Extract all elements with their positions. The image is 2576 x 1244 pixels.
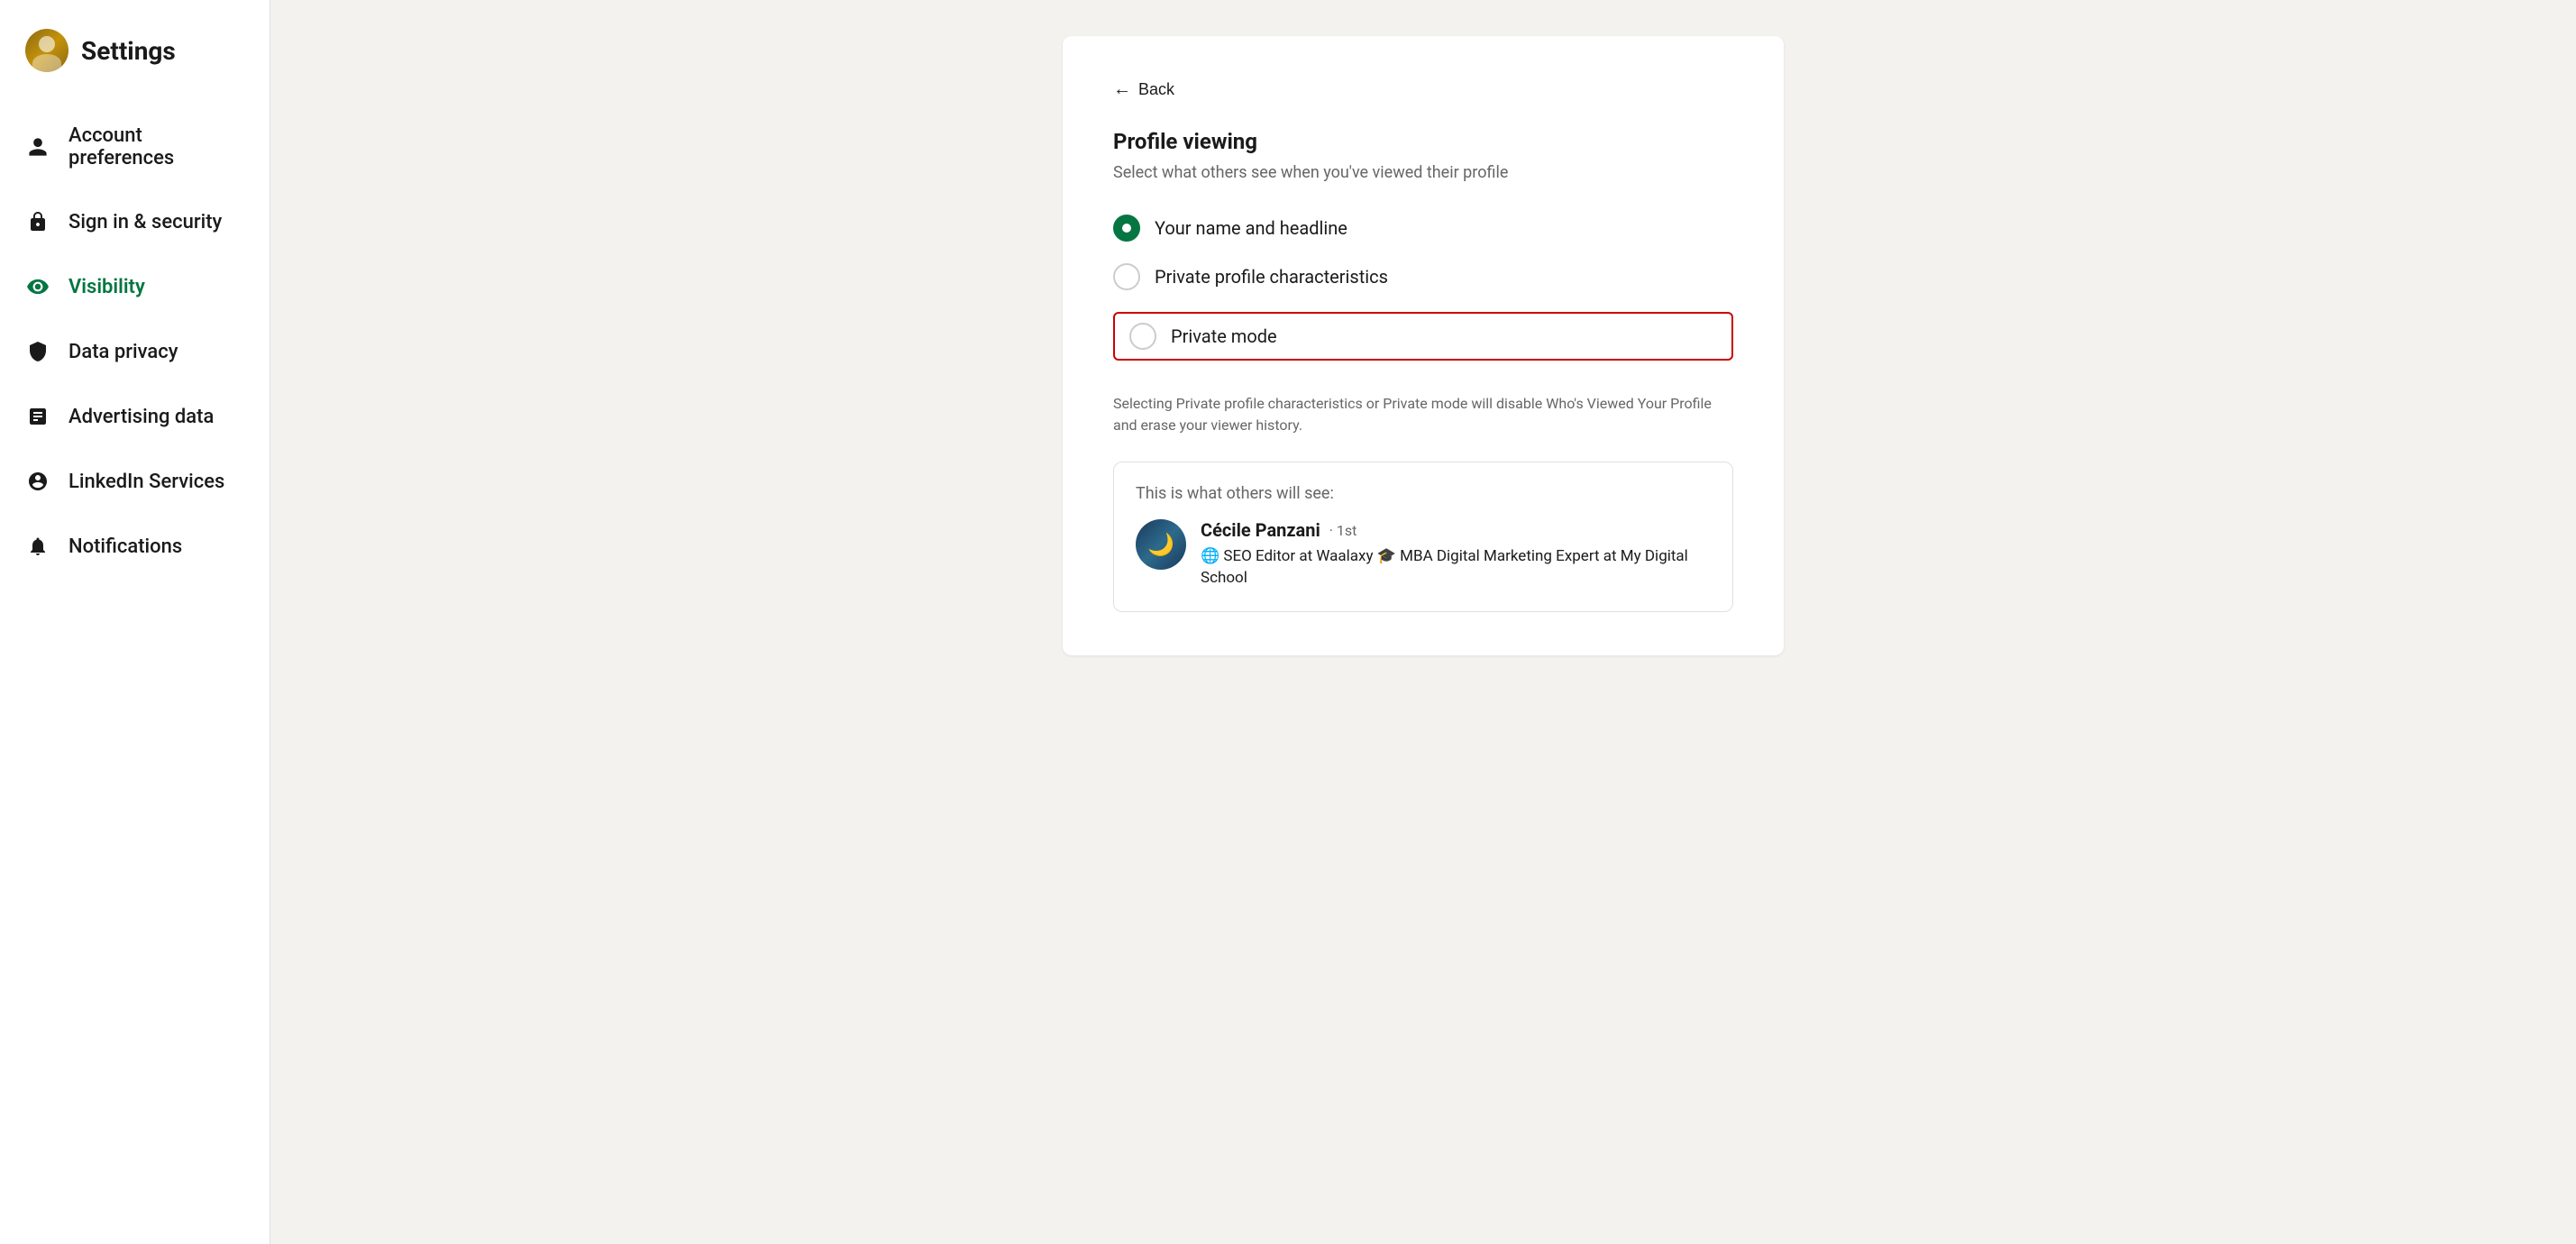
radio-label-private-characteristics: Private profile characteristics <box>1155 266 1388 288</box>
back-button[interactable]: ← Back <box>1113 79 1174 100</box>
sidebar-item-linkedin-services[interactable]: LinkedIn Services <box>0 449 269 514</box>
sidebar-item-sign-in-security[interactable]: Sign in & security <box>0 189 269 254</box>
preview-label: This is what others will see: <box>1136 484 1711 503</box>
sidebar-item-label-visibility: Visibility <box>69 276 145 298</box>
sidebar-header: Settings <box>0 29 269 105</box>
disclaimer-text: Selecting Private profile characteristic… <box>1113 393 1733 436</box>
content-card: ← Back Profile viewing Select what other… <box>1063 36 1784 655</box>
preview-name: Cécile Panzani <box>1201 519 1320 541</box>
sidebar-item-account-preferences[interactable]: Account preferences <box>0 105 269 189</box>
sidebar-item-data-privacy[interactable]: Data privacy <box>0 319 269 384</box>
person-circle-icon <box>25 469 50 494</box>
bell-icon <box>25 534 50 559</box>
preview-avatar <box>1136 519 1186 570</box>
radio-group: Your name and headline Private profile c… <box>1113 215 1733 361</box>
preview-card: This is what others will see: Cécile Pan… <box>1113 462 1733 612</box>
sidebar-item-visibility[interactable]: Visibility <box>0 254 269 319</box>
person-icon <box>25 134 50 160</box>
preview-name-row: Cécile Panzani · 1st <box>1201 519 1711 541</box>
lock-icon <box>25 209 50 234</box>
main-content: ← Back Profile viewing Select what other… <box>270 0 2576 1244</box>
radio-option-private-mode[interactable]: Private mode <box>1113 312 1733 361</box>
sidebar-item-notifications[interactable]: Notifications <box>0 514 269 579</box>
sidebar-item-label-data-privacy: Data privacy <box>69 341 178 363</box>
radio-circle-name-headline <box>1113 215 1140 242</box>
radio-circle-private-mode <box>1129 323 1156 350</box>
avatar <box>25 29 69 72</box>
eye-icon <box>25 274 50 299</box>
radio-label-private-mode: Private mode <box>1171 325 1277 347</box>
radio-label-name-headline: Your name and headline <box>1155 217 1347 239</box>
back-arrow-icon: ← <box>1113 79 1131 100</box>
sidebar-nav: Account preferences Sign in & security V… <box>0 105 269 579</box>
radio-option-name-headline[interactable]: Your name and headline <box>1113 215 1733 242</box>
sidebar-item-label-linkedin-services: LinkedIn Services <box>69 471 224 493</box>
preview-connection: · 1st <box>1329 522 1357 539</box>
sidebar-item-advertising-data[interactable]: Advertising data <box>0 384 269 449</box>
preview-info: Cécile Panzani · 1st 🌐 SEO Editor at Waa… <box>1201 519 1711 590</box>
section-title: Profile viewing <box>1113 129 1733 154</box>
shield-icon <box>25 339 50 364</box>
sidebar: Settings Account preferences Sign in & s… <box>0 0 270 1244</box>
back-label: Back <box>1138 80 1174 99</box>
preview-headline: 🌐 SEO Editor at Waalaxy 🎓 MBA Digital Ma… <box>1201 546 1711 590</box>
chart-icon <box>25 404 50 429</box>
radio-circle-private-characteristics <box>1113 263 1140 290</box>
radio-option-private-characteristics[interactable]: Private profile characteristics <box>1113 263 1733 290</box>
settings-title: Settings <box>81 36 176 66</box>
sidebar-item-label-account-preferences: Account preferences <box>69 124 244 169</box>
sidebar-item-label-advertising-data: Advertising data <box>69 406 214 428</box>
sidebar-item-label-notifications: Notifications <box>69 535 182 558</box>
section-subtitle: Select what others see when you've viewe… <box>1113 163 1733 182</box>
preview-profile: Cécile Panzani · 1st 🌐 SEO Editor at Waa… <box>1136 519 1711 590</box>
sidebar-item-label-sign-in-security: Sign in & security <box>69 211 222 233</box>
